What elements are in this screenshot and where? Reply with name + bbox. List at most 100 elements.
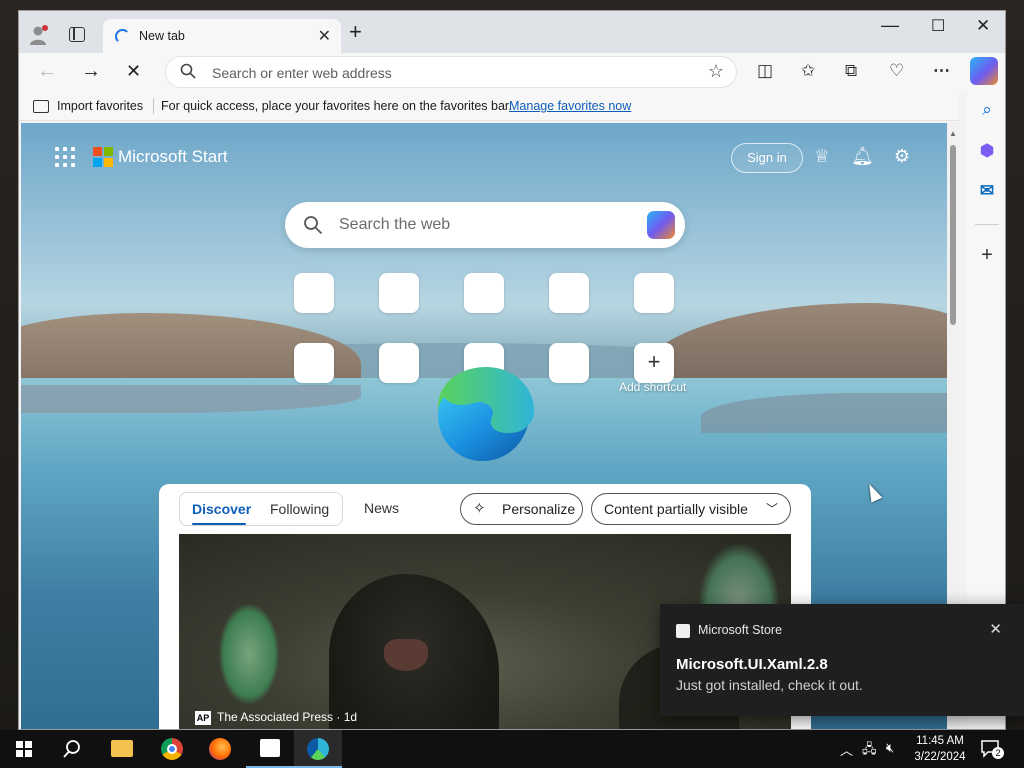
taskbar-chrome[interactable] xyxy=(148,730,196,768)
manage-favorites-link[interactable]: Manage favorites now xyxy=(509,99,631,113)
hero-creature-mouth xyxy=(384,639,428,671)
taskbar-edge[interactable] xyxy=(294,730,342,768)
import-favorites-button[interactable]: Import favorites xyxy=(57,99,143,113)
collections-icon[interactable]: ⧉ xyxy=(845,61,857,81)
address-bar[interactable]: Search or enter web address ☆ xyxy=(165,56,737,88)
tab-bar: New tab ✕ + — ☐ ✕ xyxy=(19,11,1005,53)
personalize-button[interactable]: ✧ Personalize xyxy=(460,493,583,525)
tab-new-tab[interactable]: New tab ✕ xyxy=(103,19,341,53)
tab-title: New tab xyxy=(139,29,185,43)
scroll-up-icon[interactable]: ▲ xyxy=(949,129,957,138)
sidebar-copilot-icon[interactable]: ⬢ xyxy=(977,141,997,161)
tab-actions-icon[interactable] xyxy=(69,27,85,42)
sidebar-search-icon[interactable]: ⌕ xyxy=(977,100,997,120)
taskbar-search-button[interactable] xyxy=(48,730,96,768)
favorite-star-icon[interactable]: ☆ xyxy=(708,61,724,82)
shortcut-tile[interactable] xyxy=(294,343,334,383)
toast-app-name: Microsoft Store xyxy=(698,623,783,637)
clock-date: 3/22/2024 xyxy=(914,751,966,763)
clock-time: 11:45 AM xyxy=(916,735,964,747)
search-copilot-icon[interactable] xyxy=(647,211,675,239)
notifications-bell-icon[interactable]: 🔔︎ xyxy=(851,145,874,167)
tab-following[interactable]: Following xyxy=(270,501,329,517)
taskbar-file-explorer[interactable] xyxy=(98,730,146,768)
split-screen-icon[interactable]: ◫ xyxy=(757,61,773,81)
page-settings-gear-icon[interactable]: ⚙ xyxy=(891,145,913,167)
toast-title: Microsoft.UI.Xaml.2.8 xyxy=(676,656,828,673)
volume-muted-icon[interactable]: 🔇︎ xyxy=(886,740,894,756)
windows-logo-icon xyxy=(16,741,32,757)
active-tab-indicator xyxy=(192,523,246,525)
shortcut-tile[interactable] xyxy=(634,273,674,313)
web-search-icon xyxy=(304,216,323,235)
copilot-icon[interactable] xyxy=(970,57,998,85)
store-app-icon xyxy=(676,624,690,638)
toast-body: Just got installed, check it out. xyxy=(676,677,863,693)
taskbar: ︿ 🖧︎ 🔇︎ 11:45 AM 3/22/2024 2 xyxy=(0,730,1024,768)
favorites-separator xyxy=(153,98,154,114)
edge-logo-icon xyxy=(438,367,534,461)
favorites-icon[interactable]: ✩ xyxy=(801,61,815,81)
web-search-box[interactable]: Search the web xyxy=(285,202,685,248)
taskbar-search-icon xyxy=(63,740,80,758)
personalize-label: Personalize xyxy=(502,501,576,517)
scrollbar-thumb[interactable] xyxy=(950,145,956,325)
forward-button[interactable]: → xyxy=(81,60,101,82)
system-clock[interactable]: 11:45 AM 3/22/2024 xyxy=(910,733,970,765)
browser-essentials-icon[interactable]: ♡ xyxy=(889,61,904,81)
back-button[interactable]: ← xyxy=(37,60,57,82)
profile-icon[interactable] xyxy=(29,24,49,46)
tab-discover[interactable]: Discover xyxy=(192,501,251,517)
feed-pivot: Discover Following xyxy=(179,492,343,526)
brand-title[interactable]: Microsoft Start xyxy=(118,147,228,167)
chrome-icon xyxy=(161,738,183,760)
folder-icon xyxy=(111,740,133,757)
search-icon xyxy=(180,63,196,79)
taskbar-firefox[interactable] xyxy=(196,730,244,768)
shortcut-tile[interactable] xyxy=(464,273,504,313)
taskbar-store[interactable] xyxy=(246,730,294,768)
personalize-icon: ✧ xyxy=(473,500,486,517)
chevron-down-icon: ﹀ xyxy=(765,502,778,516)
rewards-trophy-icon[interactable]: ♕ xyxy=(811,145,833,167)
news-age: 1d xyxy=(343,710,358,724)
sidebar-outlook-icon[interactable]: ✉ xyxy=(977,181,997,201)
shortcut-tile[interactable] xyxy=(379,273,419,313)
favorites-bar: Import favorites For quick access, place… xyxy=(19,91,959,121)
web-search-placeholder: Search the web xyxy=(339,216,451,233)
shortcut-tile[interactable] xyxy=(294,273,334,313)
toast-close-icon[interactable]: ✕ xyxy=(989,620,1002,638)
action-center-button[interactable]: 2 xyxy=(980,739,1004,759)
app-launcher-icon[interactable] xyxy=(55,147,75,167)
toolbar: ← → ✕ Search or enter web address ☆ ◫ ✩ … xyxy=(19,53,1005,91)
news-source: AP The Associated Press · 1d xyxy=(195,710,358,725)
settings-more-icon[interactable]: ⋯ xyxy=(933,61,950,81)
content-visibility-label: Content partially visible xyxy=(604,501,748,517)
new-tab-button[interactable]: + xyxy=(349,21,362,43)
toast-notification[interactable]: Microsoft Store ✕ Microsoft.UI.Xaml.2.8 … xyxy=(660,604,1024,716)
source-logo-icon: AP xyxy=(195,710,211,725)
favorites-tip: For quick access, place your favorites h… xyxy=(161,99,512,113)
import-icon xyxy=(33,100,49,113)
sidebar-separator xyxy=(975,224,999,225)
content-visibility-dropdown[interactable]: Content partially visible ﹀ xyxy=(591,493,791,525)
shortcut-tile[interactable] xyxy=(379,343,419,383)
store-bag-icon xyxy=(260,739,280,757)
start-button[interactable] xyxy=(0,730,48,768)
sidebar-add-icon[interactable]: + xyxy=(977,245,997,265)
network-icon[interactable]: 🖧︎ xyxy=(862,740,877,762)
shortcut-tile[interactable] xyxy=(549,343,589,383)
close-tab-icon[interactable]: ✕ xyxy=(318,26,331,46)
firefox-icon xyxy=(209,738,231,760)
tab-news[interactable]: News xyxy=(364,500,399,516)
edge-taskbar-icon xyxy=(307,738,329,760)
add-shortcut-button[interactable]: + xyxy=(634,343,674,383)
shortcut-tile[interactable] xyxy=(549,273,589,313)
sign-in-button[interactable]: Sign in xyxy=(731,143,803,173)
close-window-button[interactable]: ✕ xyxy=(976,16,990,36)
minimize-button[interactable]: — xyxy=(881,15,899,36)
show-hidden-icons[interactable]: ︿ xyxy=(840,740,853,759)
notification-count: 2 xyxy=(992,747,1004,759)
maximize-button[interactable]: ☐ xyxy=(931,16,945,36)
stop-loading-button[interactable]: ✕ xyxy=(126,60,141,82)
